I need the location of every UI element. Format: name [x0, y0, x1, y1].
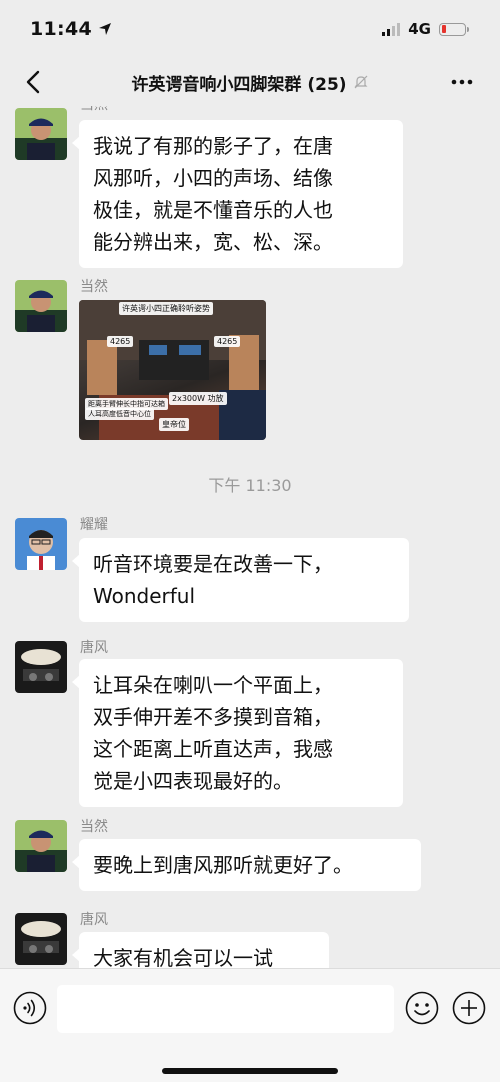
voice-input-icon[interactable]: [13, 991, 47, 1025]
avatar[interactable]: [15, 108, 67, 160]
message-line: 这个距离上听直达声，我感: [93, 737, 333, 761]
message-bubble[interactable]: 我说了有那的影子了，在唐 风那听，小四的声场、结像 极佳，就是不懂音乐的人也 能…: [72, 120, 403, 268]
message-bubble[interactable]: 让耳朵在喇叭一个平面上， 双手伸开差不多摸到音箱， 这个距离上听直达声，我感 觉…: [72, 659, 403, 807]
sender-name: 唐风: [80, 640, 108, 656]
network-type: 4G: [408, 20, 431, 38]
avatar[interactable]: [15, 913, 67, 965]
emoji-icon[interactable]: [405, 991, 439, 1025]
message-line: 听音环境要是在改善一下，: [93, 552, 333, 576]
message-line: 能分辨出来，宽、松、深。: [93, 230, 333, 254]
photo-label-seat: 皇帝位: [159, 418, 189, 431]
message-line: 我说了有那的影子了，在唐: [93, 134, 333, 158]
shared-photo[interactable]: 许英谔小四正确聆听姿势 4265 4265 2x300W 功放 距离手臂伸长中指…: [79, 300, 266, 440]
message-line: Wonderful: [93, 584, 196, 608]
status-bar: 11:44 4G: [0, 0, 500, 58]
message-input[interactable]: [57, 985, 394, 1033]
message-line: 双手伸开差不多摸到音箱，: [93, 705, 333, 729]
message-line: 大家有机会可以一试: [93, 946, 273, 968]
sender-name: 耀耀: [80, 517, 108, 533]
photo-label-note: 人耳高度低音中心位: [85, 408, 154, 420]
sender-name: 唐风: [80, 912, 108, 928]
back-arrow-icon[interactable]: [22, 68, 46, 96]
avatar[interactable]: [15, 820, 67, 872]
photo-label-right: 4265: [214, 336, 241, 347]
message-line: 风那听，小四的声场、结像: [93, 166, 333, 190]
message-line: 极佳，就是不懂音乐的人也: [93, 198, 333, 222]
plus-icon[interactable]: [452, 991, 486, 1025]
input-bar: [0, 968, 500, 1082]
avatar[interactable]: [15, 641, 67, 693]
message-line: 让耳朵在喇叭一个平面上，: [93, 673, 333, 697]
photo-label-amp: 2x300W 功放: [169, 392, 227, 405]
battery-icon: [439, 22, 469, 36]
photo-label-left: 4265: [107, 336, 134, 347]
avatar[interactable]: [15, 518, 67, 570]
sender-name: 当然: [80, 106, 108, 114]
chat-title: 许英谔音响小四脚架群 (25): [131, 70, 368, 95]
message-bubble[interactable]: 听音环境要是在改善一下， Wonderful: [72, 538, 409, 622]
mute-bell-icon: [354, 75, 368, 89]
avatar[interactable]: [15, 280, 67, 332]
status-right: 4G: [382, 20, 469, 38]
message-bubble[interactable]: 大家有机会可以一试: [72, 932, 329, 968]
home-indicator[interactable]: [162, 1068, 338, 1074]
sender-name: 当然: [80, 279, 108, 295]
more-options-icon[interactable]: [450, 72, 474, 92]
chat-title-text: 许英谔音响小四脚架群 (25): [131, 74, 347, 95]
sender-name: 当然: [80, 819, 108, 835]
location-arrow-icon: [98, 23, 111, 35]
status-time: 11:44: [30, 18, 92, 40]
message-line: 要晚上到唐风那听就更好了。: [93, 853, 353, 877]
chat-area[interactable]: 当然 我说了有那的影子了，在唐 风那听，小四的声场、结像 极佳，就是不懂音乐的人…: [0, 106, 500, 968]
photo-caption-title: 许英谔小四正确聆听姿势: [119, 302, 213, 315]
nav-bar: 许英谔音响小四脚架群 (25): [0, 58, 500, 106]
message-line: 觉是小四表现最好的。: [93, 769, 293, 793]
signal-icon: [382, 22, 401, 36]
message-bubble[interactable]: 要晚上到唐风那听就更好了。: [72, 839, 421, 891]
status-left: 11:44: [30, 18, 112, 40]
timestamp: 下午 11:30: [208, 476, 292, 495]
